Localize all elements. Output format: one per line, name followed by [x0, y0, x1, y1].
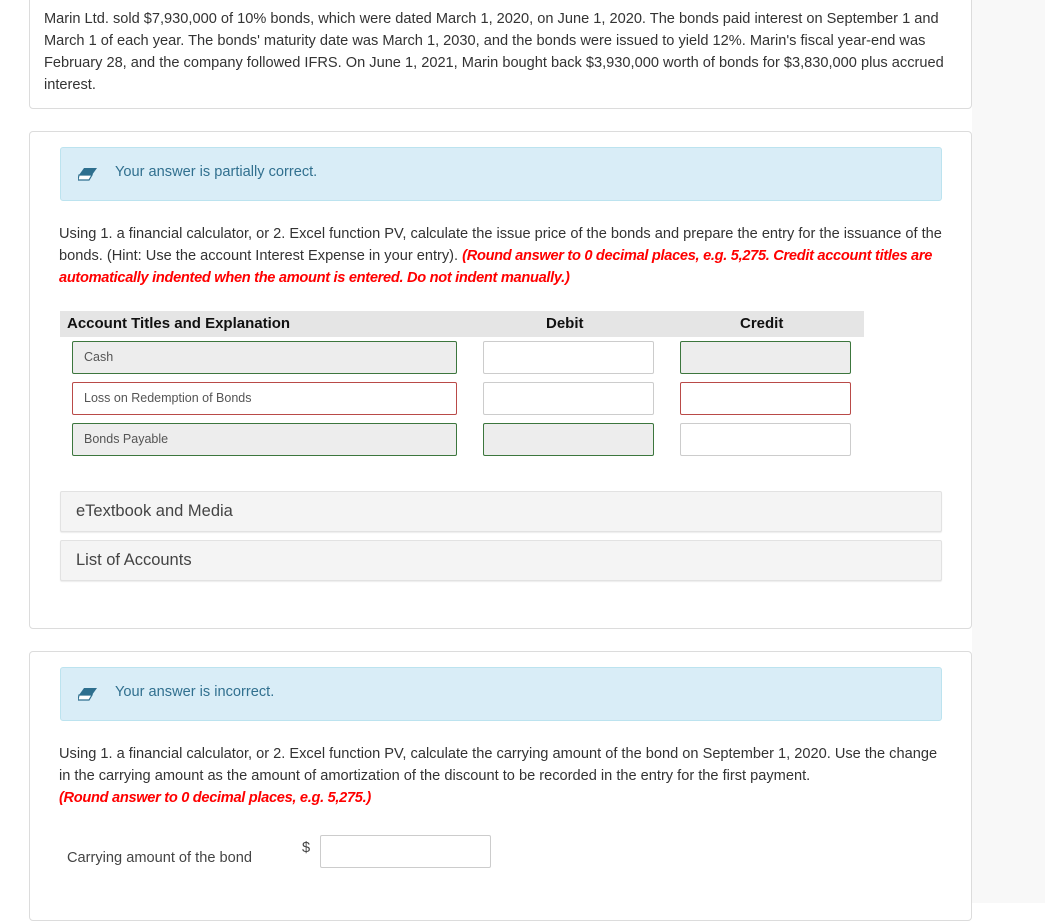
instructions-text: Using 1. a financial calculator, or 2. E…: [59, 746, 938, 784]
credit-field-row-2[interactable]: [680, 382, 851, 415]
eraser-icon: [78, 168, 97, 181]
dollar-sign: $: [302, 840, 311, 856]
question-part-1: Your answer is partially correct. Using …: [29, 131, 972, 629]
debit-field-row-1[interactable]: [483, 341, 654, 374]
carrying-amount-input[interactable]: [320, 835, 491, 868]
debit-field-row-2[interactable]: [483, 382, 654, 415]
feedback-banner-partial: Your answer is partially correct.: [60, 147, 942, 201]
header-account: Account Titles and Explanation: [67, 315, 291, 332]
list-of-accounts-link[interactable]: List of Accounts: [60, 540, 942, 581]
header-credit: Credit: [740, 315, 784, 332]
debit-field-row-3[interactable]: [483, 423, 654, 456]
feedback-message: Your answer is incorrect.: [115, 684, 275, 700]
carrying-amount-label: Carrying amount of the bond: [67, 850, 252, 866]
question-part-2: Your answer is incorrect. Using 1. a fin…: [29, 651, 972, 921]
feedback-message: Your answer is partially correct.: [115, 164, 318, 180]
eraser-icon: [78, 688, 97, 701]
instructions-note: (Round answer to 0 decimal places, e.g. …: [59, 790, 371, 806]
etextbook-media-link[interactable]: eTextbook and Media: [60, 491, 942, 532]
journal-table-header: Account Titles and Explanation Debit Cre…: [60, 311, 864, 337]
page-gutter: [972, 0, 1045, 903]
credit-field-row-1[interactable]: [680, 341, 851, 374]
account-field-row-2[interactable]: Loss on Redemption of Bonds: [72, 382, 457, 415]
problem-statement: Marin Ltd. sold $7,930,000 of 10% bonds,…: [44, 11, 944, 93]
credit-field-row-3[interactable]: [680, 423, 851, 456]
feedback-banner-incorrect: Your answer is incorrect.: [60, 667, 942, 721]
instructions: Using 1. a financial calculator, or 2. E…: [59, 223, 949, 289]
account-field-row-1[interactable]: Cash: [72, 341, 457, 374]
header-debit: Debit: [546, 315, 584, 332]
instructions: Using 1. a financial calculator, or 2. E…: [59, 743, 949, 809]
account-field-row-3[interactable]: Bonds Payable: [72, 423, 457, 456]
problem-card: Marin Ltd. sold $7,930,000 of 10% bonds,…: [29, 0, 972, 109]
